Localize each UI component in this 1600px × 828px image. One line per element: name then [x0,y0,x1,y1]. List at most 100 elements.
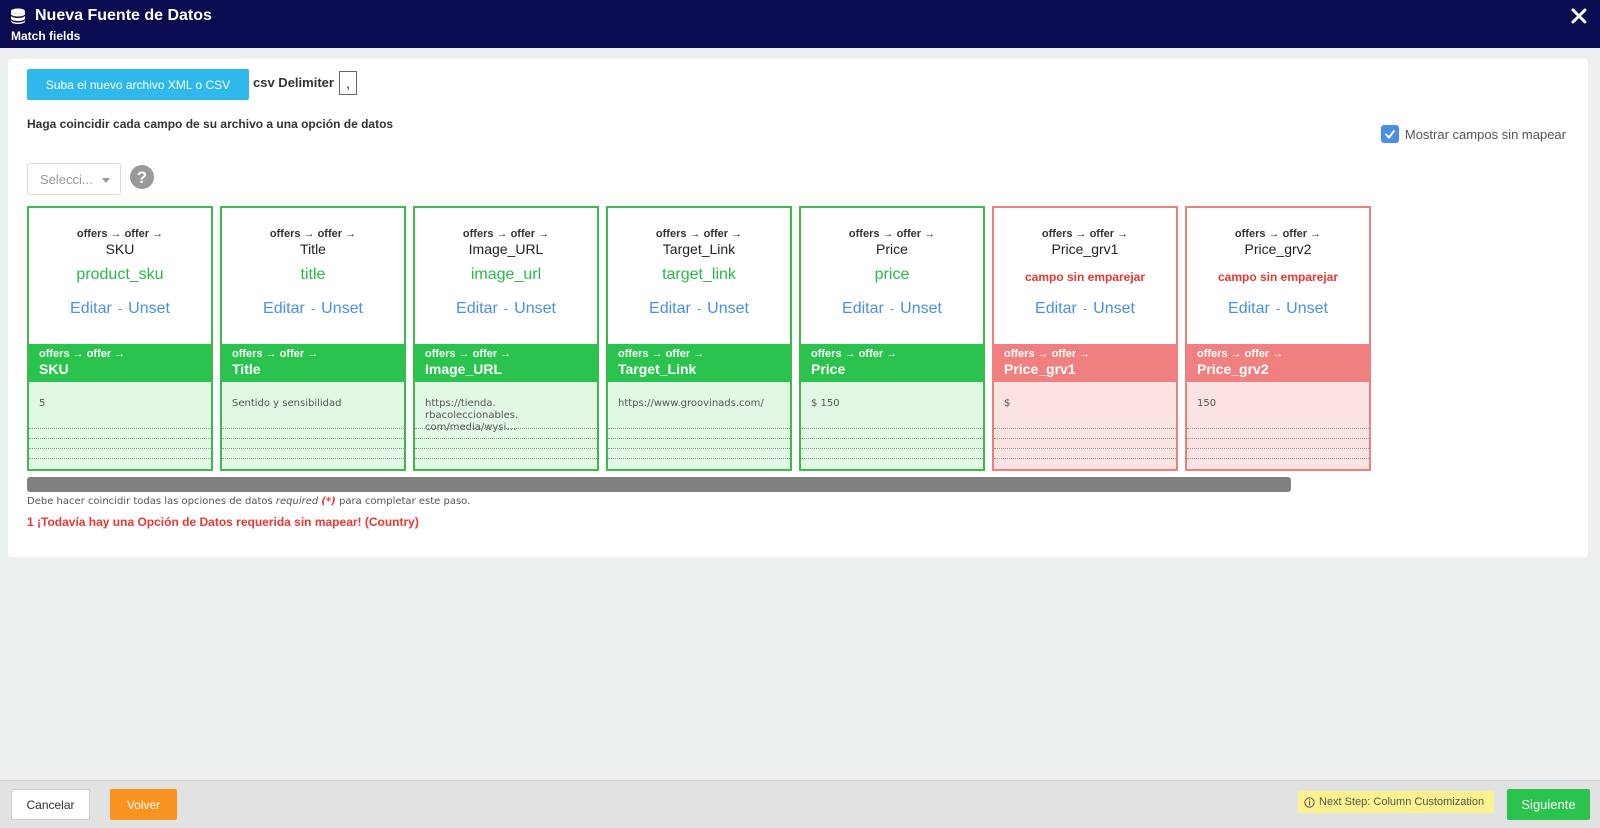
field-header-band: offers → offer → Title [222,344,404,382]
sample-divider [415,458,597,459]
cancel-button[interactable]: Cancelar [11,789,90,820]
field-path: offers → offer → [462,228,550,240]
band-name: Price_grv1 [1004,361,1076,377]
sample-divider [801,448,983,449]
edit-link[interactable]: Editar [649,300,691,317]
sample-divider [1187,428,1369,429]
csv-delimiter-label: csv Delimiter [253,75,334,90]
sample-divider [994,428,1176,429]
sample-divider [29,448,211,449]
sample-divider [1187,438,1369,439]
unset-link[interactable]: Unset [1093,300,1135,317]
field-actions: Editar - Unset [222,300,404,318]
sample-divider [994,458,1176,459]
edit-link[interactable]: Editar [1035,300,1077,317]
back-button[interactable]: Volver [110,789,177,820]
band-name: Target_Link [618,361,697,377]
mapped-option: price [874,266,910,283]
sample-divider [29,428,211,429]
sample-divider [222,448,404,449]
note-prefix: Debe hacer coincidir todas las opciones … [27,496,273,507]
sample-area: https://tienda. rbacoleccionables. com/med… [415,382,597,469]
sample-value: $ 150 [811,398,840,409]
band-name: Price_grv2 [1197,361,1269,377]
band-path: offers → offer → [811,348,898,360]
footer-bar: Cancelar Volver Next Step: Column Custom… [0,780,1600,828]
next-button[interactable]: Siguiente [1507,789,1590,820]
sample-area: Sentido y sensibilidad [222,382,404,469]
band-path: offers → offer → [1004,348,1091,360]
error-message: 1 ¡Todavía hay una Opción de Datos reque… [27,515,419,529]
band-name: SKU [39,361,69,377]
actions-separator: - [503,301,509,316]
note-suffix: para completar este paso. [338,496,471,507]
field-card: offers → offer → SKU product_sku Editar - Uns… [27,206,213,471]
field-name: Target_Link [662,241,736,257]
sample-area: https://www.groovinads.com/ [608,382,790,469]
sample-divider [994,448,1176,449]
next-step-hint-text: Next Step: Column Customization [1319,796,1485,808]
unset-link[interactable]: Unset [514,300,556,317]
field-header-band: offers → offer → Price_grv2 [1187,344,1369,382]
csv-delimiter-input[interactable] [339,71,357,95]
actions-separator: - [1082,301,1088,316]
sample-divider [801,458,983,459]
edit-link[interactable]: Editar [70,300,112,317]
field-card: offers → offer → Price_grv1 campo sin empa… [992,206,1178,471]
sample-value: $ [1004,398,1011,409]
sample-value: Sentido y sensibilidad [232,398,342,409]
unset-link[interactable]: Unset [707,300,749,317]
sample-divider [1187,458,1369,459]
edit-link[interactable]: Editar [263,300,305,317]
checkmark-icon [1384,130,1395,140]
data-option-select[interactable]: Selecci... [27,163,121,195]
sample-divider [608,438,790,439]
edit-link[interactable]: Editar [842,300,884,317]
unset-link[interactable]: Unset [128,300,170,317]
mapped-option: title [300,266,326,283]
sample-divider [801,428,983,429]
sample-divider [222,438,404,439]
field-actions: Editar - Unset [415,300,597,318]
field-actions: Editar - Unset [1187,300,1369,318]
help-icon[interactable]: ? [129,164,155,190]
field-path: offers → offer → [655,228,743,240]
field-path: offers → offer → [848,228,936,240]
band-path: offers → offer → [39,348,126,360]
horizontal-scrollbar[interactable] [27,477,1291,492]
field-name: Price_grv1 [1051,241,1119,257]
next-step-hint: Next Step: Column Customization [1298,791,1494,813]
sample-value: 150 [1197,398,1217,409]
note-required: required [275,496,319,507]
select-placeholder: Selecci... [40,172,93,187]
field-header-band: offers → offer → Price [801,344,983,382]
actions-separator: - [1275,301,1281,316]
actions-separator: - [117,301,123,316]
close-icon[interactable] [1570,7,1588,25]
sample-divider [415,428,597,429]
upload-file-button[interactable]: Suba el nuevo archivo XML o CSV [27,69,249,100]
mapped-option: image_url [470,266,542,283]
band-path: offers → offer → [232,348,319,360]
field-path: offers → offer → [1041,228,1129,240]
sample-area: 5 [29,382,211,469]
sample-value: 5 [39,398,46,409]
unset-link[interactable]: Unset [1286,300,1328,317]
unset-link[interactable]: Unset [900,300,942,317]
unset-link[interactable]: Unset [321,300,363,317]
field-card: offers → offer → Price price Editar - Unset of… [799,206,985,471]
edit-link[interactable]: Editar [456,300,498,317]
sample-divider [608,448,790,449]
edit-link[interactable]: Editar [1228,300,1270,317]
requirement-note: Debe hacer coincidir todas las opciones … [27,496,470,507]
sample-divider [29,438,211,439]
database-icon [11,8,25,24]
show-unmapped-checkbox[interactable] [1380,125,1399,143]
field-actions: Editar - Unset [608,300,790,318]
sample-divider [222,458,404,459]
band-name: Price [811,361,846,377]
field-header-band: offers → offer → Price_grv1 [994,344,1176,382]
mapped-option: campo sin emparejar [1024,270,1146,284]
sample-divider [415,448,597,449]
field-path: offers → offer → [1234,228,1322,240]
